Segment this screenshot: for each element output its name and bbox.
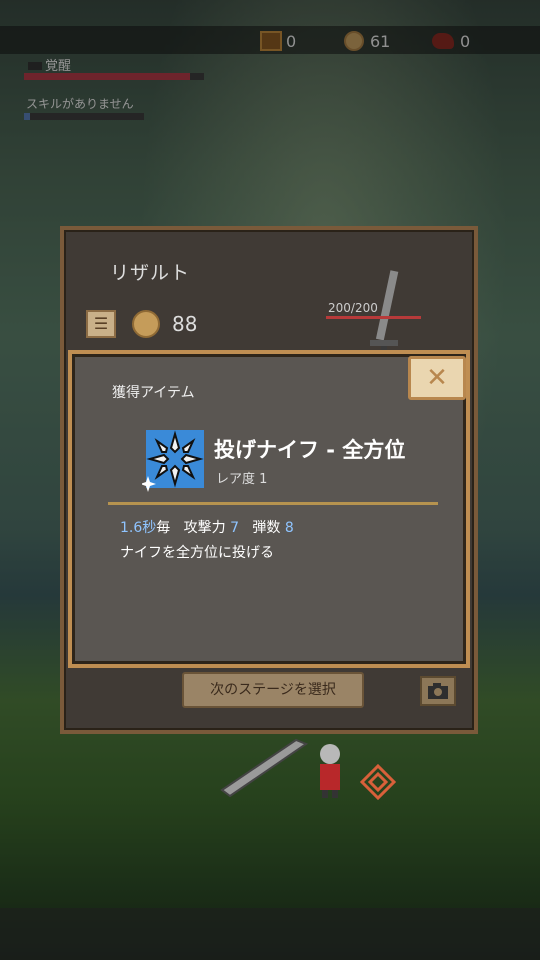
- bottom-bar: [0, 908, 540, 960]
- item-stats: 1.6秒毎 攻撃力 7 弾数 8: [120, 517, 294, 537]
- next-stage-button[interactable]: 次のステージを選択: [182, 672, 364, 708]
- menu-button[interactable]: ☰: [86, 310, 116, 338]
- item-rarity: レア度 1: [216, 472, 268, 487]
- gold-coin-icon: [132, 310, 160, 338]
- item-panel-heading: 獲得アイテム: [112, 385, 195, 401]
- divider: [108, 502, 438, 505]
- item-acquired-panel: 獲得アイテム ✕ 投げナイフ - 全方位 レア度 1 1.6秒毎 攻撃力 7 弾…: [68, 350, 470, 668]
- player-character: [320, 744, 340, 798]
- interval-suffix: 毎: [156, 520, 171, 536]
- attack-value: 7: [230, 520, 239, 536]
- attack-label: 攻撃力: [183, 520, 226, 536]
- interval-value: 1.6秒: [120, 520, 157, 536]
- item-description: ナイフを全方位に投げる: [120, 545, 274, 561]
- result-title: リザルト: [110, 262, 191, 284]
- camera-button[interactable]: [420, 676, 456, 706]
- item-name: 投げナイフ - 全方位: [214, 438, 406, 462]
- gold-value: 88: [172, 312, 198, 336]
- menu-icon: ☰: [93, 314, 109, 333]
- throwing-knife-icon: [142, 430, 204, 492]
- close-button[interactable]: ✕: [408, 356, 466, 400]
- bullets-label: 弾数: [252, 520, 281, 536]
- bullets-value: 8: [284, 520, 294, 536]
- hp-value: 200/200: [328, 301, 378, 315]
- target-marker-icon: [360, 764, 396, 800]
- camera-icon: [428, 683, 448, 699]
- close-icon: ✕: [426, 363, 448, 393]
- hp-bar: [326, 316, 421, 319]
- great-sword-icon: [220, 738, 309, 798]
